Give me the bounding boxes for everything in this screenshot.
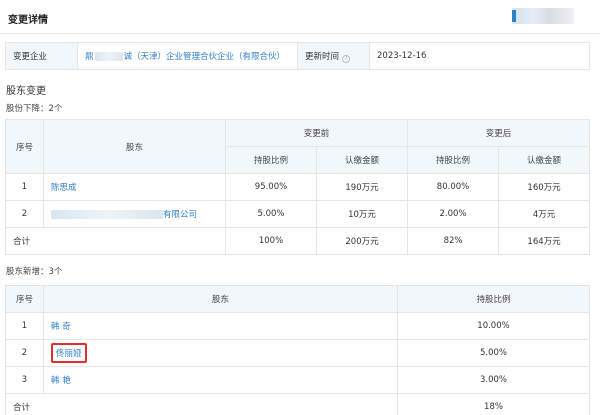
total-row: 合计 100% 200万元 82% 164万元 [5,227,591,255]
highlight-box: 佟丽娅 [51,343,87,363]
col-ratio: 持股比例 [397,285,590,313]
ratio: 3.00% [397,366,590,394]
col-before-amount: 认缴金额 [315,146,409,174]
ratio: 5.00% [397,339,590,367]
col-before: 变更前 [224,119,409,147]
shareholder-name-cell: 有限公司 [43,200,226,228]
total-label: 合计 [5,227,226,255]
dialog-header: 变更详情 [0,0,600,34]
total-after-amount: 164万元 [498,227,591,255]
shareholder-name-link[interactable]: 韩 艳 [43,366,398,394]
ratio: 10.00% [397,312,590,340]
table-row: 2 佟丽娅 5.00% [5,339,590,367]
after-ratio: 2.00% [407,200,500,228]
decrease-count-label: 股份下降：2个 [6,104,63,114]
company-name-link[interactable]: 诚（天津）企业管理合伙企业（有限合伙） [124,52,286,62]
col-holder: 股东 [43,119,226,174]
before-ratio: 5.00% [225,200,317,228]
row-seq: 2 [5,200,44,228]
col-seq: 序号 [5,119,44,174]
after-amount: 160万元 [498,173,591,201]
update-time-label: 更新时间 [305,51,340,62]
row-seq: 1 [5,312,44,340]
row-seq: 2 [5,339,44,367]
company-label: 变更企业 [5,42,78,70]
total-before-ratio: 100% [225,227,317,255]
total-label: 合计 [5,393,398,415]
row-seq: 1 [5,173,44,201]
dialog-title: 变更详情 [8,15,48,26]
table-row: 3 韩 艳 3.00% [5,366,590,394]
row-seq: 3 [5,366,44,394]
col-holder: 股东 [43,285,398,313]
update-time-value: 2023-12-16 [369,42,590,70]
question-icon[interactable]: ? [342,54,351,63]
before-ratio: 95.00% [225,173,317,201]
new-shareholders-table: 序号 股东 持股比例 1 韩 奇 10.00% 2 佟丽娅 5.00% 3 韩 … [5,285,590,415]
shareholder-change-title: 股东变更 [6,86,46,97]
shareholder-redaction [51,210,163,219]
total-ratio: 18% [397,393,590,415]
new-shareholders-title: 股东新增：3个 [6,267,63,277]
shareholder-name-cell: 佟丽娅 [43,339,398,367]
total-row: 合计 18% [5,393,590,415]
col-after-amount: 认缴金额 [498,146,591,174]
after-ratio: 80.00% [407,173,500,201]
table-row: 1 韩 奇 10.00% [5,312,590,340]
col-before-ratio: 持股比例 [225,146,317,174]
shareholder-name-link[interactable]: 有限公司 [163,210,197,220]
shareholder-name-link[interactable]: 韩 奇 [43,312,398,340]
col-after-ratio: 持股比例 [407,146,500,174]
shareholder-change-table: 序号 股东 变更前 变更后 持股比例 认缴金额 持股比例 认缴金额 1 陈思成 … [5,119,591,255]
header-redacted-area [512,8,574,24]
shareholder-name-link[interactable]: 佟丽娅 [56,349,82,359]
total-before-amount: 200万元 [315,227,409,255]
company-prefix[interactable]: 鼎 [85,52,94,62]
change-info-table: 变更企业 鼎 诚（天津）企业管理合伙企业（有限合伙） 更新时间? 2023-12-… [5,42,590,70]
col-after: 变更后 [407,119,591,147]
shareholder-name-link[interactable]: 陈思成 [43,173,226,201]
total-after-ratio: 82% [407,227,500,255]
company-redaction [94,52,123,61]
before-amount: 10万元 [315,200,409,228]
before-amount: 190万元 [315,173,409,201]
update-time-label-cell: 更新时间? [297,42,370,70]
table-row: 1 陈思成 95.00% 190万元 80.00% 160万元 [5,173,591,201]
company-cell: 鼎 诚（天津）企业管理合伙企业（有限合伙） [77,42,298,70]
after-amount: 4万元 [498,200,591,228]
table-row: 2 有限公司 5.00% 10万元 2.00% 4万元 [5,200,591,228]
col-seq: 序号 [5,285,44,313]
